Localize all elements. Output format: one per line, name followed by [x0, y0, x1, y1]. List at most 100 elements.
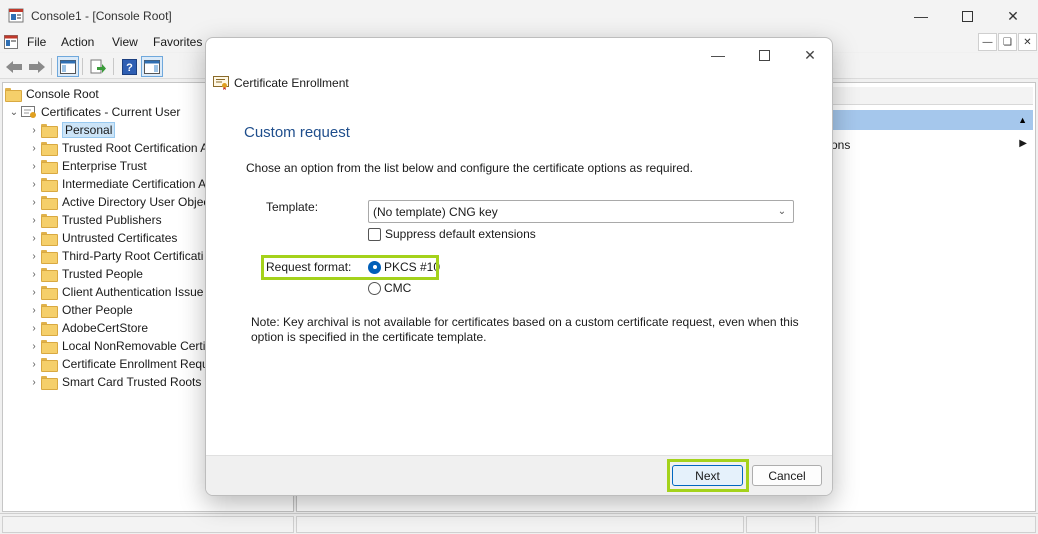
folder-icon	[41, 268, 58, 282]
next-button[interactable]: Next	[672, 465, 743, 486]
status-cell	[2, 516, 294, 533]
format-option-pkcs10[interactable]: PKCS #10	[368, 260, 440, 274]
template-select[interactable]: (No template) CNG key ⌄	[368, 200, 794, 223]
status-cell	[818, 516, 1036, 533]
help-icon: ?	[121, 58, 137, 75]
suppress-default-extensions-checkbox[interactable]	[368, 227, 381, 241]
mdi-restore-button[interactable]: ❏	[998, 33, 1017, 51]
menu-favorites[interactable]: Favorites	[153, 35, 202, 49]
show-hide-console-tree-button[interactable]	[57, 56, 79, 77]
status-bar	[0, 513, 1038, 534]
chevron-right-icon[interactable]: ›	[27, 125, 41, 136]
certificate-icon	[213, 76, 229, 90]
forward-arrow-icon	[29, 60, 45, 73]
dialog-header: Certificate Enrollment	[213, 74, 349, 92]
folder-icon	[41, 286, 58, 300]
console-tree-icon	[60, 59, 76, 74]
window-title: Console1 - [Console Root]	[31, 9, 172, 23]
suppress-default-extensions-label: Suppress default extensions	[385, 227, 536, 241]
folder-icon	[41, 250, 58, 264]
menu-action[interactable]: Action	[61, 35, 94, 49]
pkcs10-label: PKCS #10	[384, 260, 441, 274]
tree-item-label: Active Directory User Objec	[62, 195, 210, 209]
folder-icon	[41, 214, 58, 228]
maximize-icon	[961, 10, 973, 22]
chevron-right-icon[interactable]: ›	[27, 287, 41, 298]
actions-pane-header	[831, 87, 1033, 105]
status-cell	[296, 516, 744, 533]
actions-item-label: ons	[831, 138, 851, 152]
tree-item-label: Personal	[62, 122, 116, 138]
toolbar-separator	[82, 58, 83, 75]
chevron-right-icon[interactable]: ›	[27, 359, 41, 370]
minimize-icon: —	[914, 8, 928, 24]
minimize-button[interactable]: —	[898, 0, 944, 32]
tree-item-label: Intermediate Certification A	[62, 177, 207, 191]
chevron-right-icon[interactable]: ›	[27, 215, 41, 226]
dialog-title: Certificate Enrollment	[234, 76, 349, 90]
mdi-minimize-button[interactable]: —	[978, 33, 997, 51]
toolbar-separator	[51, 58, 52, 75]
tree-item-label: Certificates - Current User	[41, 105, 181, 119]
chevron-right-icon[interactable]: ›	[27, 179, 41, 190]
chevron-right-icon[interactable]: ›	[27, 161, 41, 172]
actions-section-header[interactable]: ▲	[831, 110, 1033, 130]
mmc-app-icon	[8, 8, 24, 23]
console-icon[interactable]	[4, 35, 18, 49]
collapse-triangle-icon[interactable]: ▲	[1018, 115, 1027, 125]
certificate-enrollment-dialog: — ✕ Certificate Enrollment Custom reques…	[205, 37, 833, 496]
folder-icon	[41, 340, 58, 354]
chevron-right-icon[interactable]: ›	[27, 143, 41, 154]
folder-icon	[41, 142, 58, 156]
actions-item-more-actions[interactable]: ons ▶	[831, 136, 1033, 154]
folder-icon	[41, 322, 58, 336]
menu-file[interactable]: File	[27, 35, 46, 49]
template-select-value: (No template) CNG key	[373, 205, 498, 219]
certificate-store-icon	[21, 106, 36, 118]
forward-button[interactable]	[26, 56, 48, 77]
chevron-down-icon[interactable]: ⌄	[7, 107, 21, 118]
chevron-right-icon[interactable]: ›	[27, 377, 41, 388]
help-button[interactable]: ?	[118, 56, 140, 77]
chevron-right-icon[interactable]: ›	[27, 251, 41, 262]
close-icon: ✕	[804, 46, 816, 63]
close-button[interactable]: ✕	[990, 0, 1036, 32]
folder-icon	[41, 376, 58, 390]
maximize-button[interactable]	[944, 0, 990, 32]
export-list-icon	[90, 59, 106, 74]
tree-item-label: Local NonRemovable Certifi	[62, 339, 212, 353]
dialog-maximize-button[interactable]	[742, 42, 786, 68]
folder-icon	[41, 160, 58, 174]
instructions-text: Chose an option from the list below and …	[246, 161, 693, 175]
cmc-radio[interactable]	[368, 281, 381, 295]
dialog-close-button[interactable]: ✕	[788, 42, 832, 68]
chevron-right-icon[interactable]: ›	[27, 233, 41, 244]
folder-icon	[41, 304, 58, 318]
export-list-button[interactable]	[87, 56, 109, 77]
cancel-button[interactable]: Cancel	[752, 465, 822, 486]
title-bar: Console1 - [Console Root] — ✕	[0, 0, 1038, 32]
format-option-cmc[interactable]: CMC	[368, 281, 411, 295]
chevron-down-icon: ⌄	[777, 206, 787, 217]
tree-item-label: AdobeCertStore	[62, 321, 149, 335]
chevron-right-icon[interactable]: ›	[27, 269, 41, 280]
folder-icon	[41, 196, 58, 210]
chevron-right-icon[interactable]: ›	[27, 323, 41, 334]
dialog-footer: Next Cancel	[206, 455, 832, 495]
pkcs10-radio[interactable]	[368, 260, 381, 274]
minimize-icon: —	[711, 47, 725, 63]
suppress-default-extensions-option[interactable]: Suppress default extensions	[368, 227, 536, 241]
tree-item-label: Trusted People	[62, 267, 143, 281]
back-button[interactable]	[3, 56, 25, 77]
chevron-right-icon[interactable]: ›	[27, 197, 41, 208]
chevron-right-icon[interactable]: ›	[27, 305, 41, 316]
mdi-close-button[interactable]: ✕	[1018, 33, 1037, 51]
folder-icon	[41, 124, 58, 138]
tree-item-label: Smart Card Trusted Roots	[62, 375, 202, 389]
folder-icon	[5, 88, 22, 102]
dialog-minimize-button[interactable]: —	[696, 42, 740, 68]
tree-item-label: Trusted Publishers	[62, 213, 162, 227]
chevron-right-icon[interactable]: ›	[27, 341, 41, 352]
menu-view[interactable]: View	[112, 35, 138, 49]
show-hide-action-pane-button[interactable]	[141, 56, 163, 77]
